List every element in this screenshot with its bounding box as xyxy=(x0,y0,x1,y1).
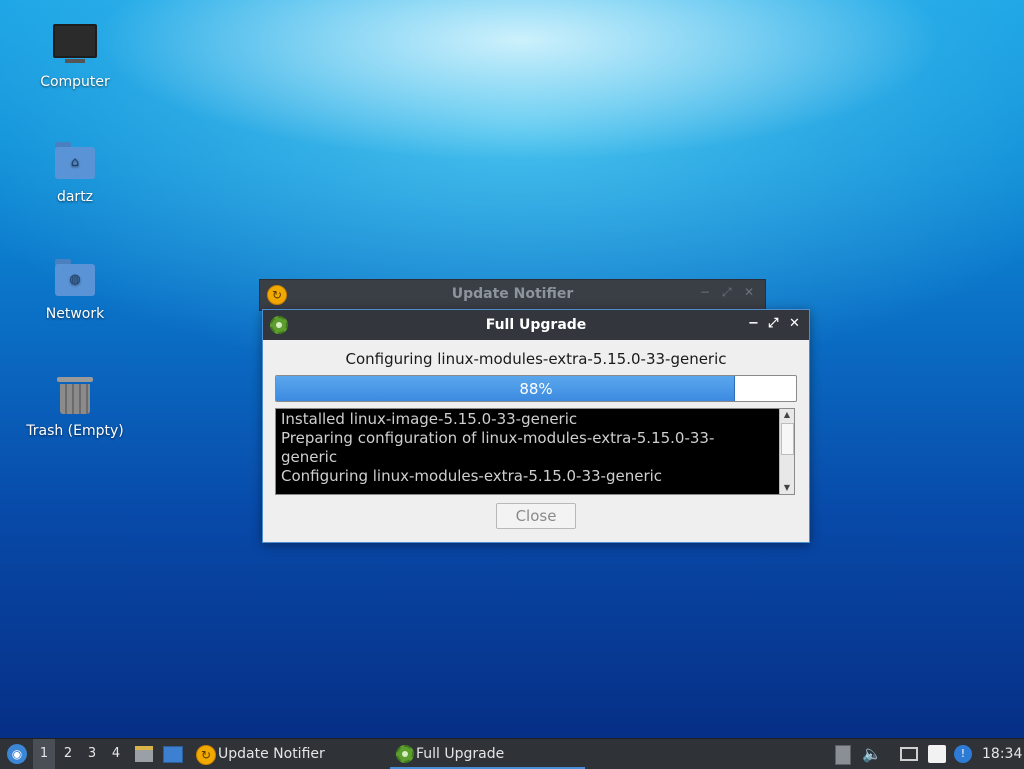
workspace-4[interactable]: 4 xyxy=(105,739,127,769)
log-scrollbar[interactable]: ▲ ▼ xyxy=(779,409,794,494)
desktop-icon-computer[interactable]: Computer xyxy=(20,22,130,90)
desktop-icon-label: Network xyxy=(45,306,105,322)
desktop-icon-network[interactable]: ◍ Network xyxy=(20,256,130,322)
workspace-2[interactable]: 2 xyxy=(57,739,79,769)
network-icon[interactable] xyxy=(900,747,918,761)
workspace-1[interactable]: 1 xyxy=(33,739,55,769)
close-button[interactable]: ✕ xyxy=(744,285,754,299)
network-folder-icon: ◍ xyxy=(53,256,97,300)
scroll-down-arrow-icon[interactable]: ▼ xyxy=(780,482,794,494)
scroll-thumb[interactable] xyxy=(781,423,794,455)
desktop-icon-home[interactable]: ⌂ dartz xyxy=(20,139,130,205)
minimize-button[interactable]: − xyxy=(700,285,710,299)
task-full-upgrade[interactable]: Full Upgrade xyxy=(390,739,585,769)
log-line: generic xyxy=(281,448,338,466)
clock[interactable]: 18:34 xyxy=(982,739,1022,769)
progress-label: 88% xyxy=(519,380,553,398)
window-title: Update Notifier xyxy=(451,286,574,302)
maximize-button[interactable]: ⤢ xyxy=(768,316,778,331)
close-window-button[interactable]: ✕ xyxy=(789,316,800,331)
minimize-button[interactable]: − xyxy=(748,316,759,331)
trash-icon xyxy=(53,373,97,417)
full-upgrade-dialog: Full Upgrade − ⤢ ✕ Configuring linux-mod… xyxy=(262,309,810,543)
desktop-icon-label: dartz xyxy=(56,189,94,205)
task-label: Full Upgrade xyxy=(416,746,505,762)
desktop-icon-trash[interactable]: Trash (Empty) xyxy=(20,373,130,439)
update-notifier-icon: ↻ xyxy=(196,745,216,765)
close-button[interactable]: Close xyxy=(496,503,576,529)
update-info-icon[interactable]: ! xyxy=(954,745,972,763)
task-label: Update Notifier xyxy=(218,746,325,762)
workspace-3[interactable]: 3 xyxy=(81,739,103,769)
start-menu-button[interactable]: ◉ xyxy=(4,739,30,769)
file-manager-icon xyxy=(135,746,153,762)
progress-bar: 88% xyxy=(275,375,797,402)
status-text: Configuring linux-modules-extra-5.15.0-3… xyxy=(345,350,727,368)
task-update-notifier[interactable]: ↻ Update Notifier xyxy=(192,739,382,769)
clipboard-icon[interactable] xyxy=(928,745,946,763)
log-output[interactable]: Installed linux-image-5.15.0-33-generic P… xyxy=(275,408,795,495)
scroll-up-arrow-icon[interactable]: ▲ xyxy=(780,409,794,421)
log-line: Configuring linux-modules-extra-5.15.0-3… xyxy=(281,467,663,485)
maximize-button[interactable]: ⤢ xyxy=(722,285,732,300)
show-desktop-button[interactable] xyxy=(160,739,184,769)
desktop: Computer ⌂ dartz ◍ Network Trash (Empty)… xyxy=(0,0,1024,738)
log-lines: Installed linux-image-5.15.0-33-generic P… xyxy=(281,410,776,486)
tray-arrow-icon[interactable] xyxy=(835,745,851,765)
title-bar[interactable]: Full Upgrade − ⤢ ✕ xyxy=(263,310,809,340)
window-title: Full Upgrade xyxy=(485,317,587,333)
desktop-icon-label: Computer xyxy=(40,74,110,90)
log-line: Installed linux-image-5.15.0-33-generic xyxy=(281,410,578,428)
log-line: Preparing configuration of linux-modules… xyxy=(281,429,715,447)
lubuntu-logo-icon: ◉ xyxy=(7,744,27,764)
gear-icon xyxy=(396,745,414,763)
volume-icon[interactable]: 🔈 xyxy=(862,745,882,763)
file-manager-launcher[interactable] xyxy=(133,739,155,769)
home-folder-icon: ⌂ xyxy=(53,139,97,183)
desktop-icon-label: Trash (Empty) xyxy=(26,423,124,439)
update-notifier-window[interactable]: ↻ Update Notifier − ⤢ ✕ xyxy=(259,279,766,311)
desktop-icon xyxy=(163,746,183,763)
computer-icon xyxy=(53,24,97,68)
taskbar: ◉ 1 2 3 4 ↻ Update Notifier Full Upgrade… xyxy=(0,738,1024,769)
